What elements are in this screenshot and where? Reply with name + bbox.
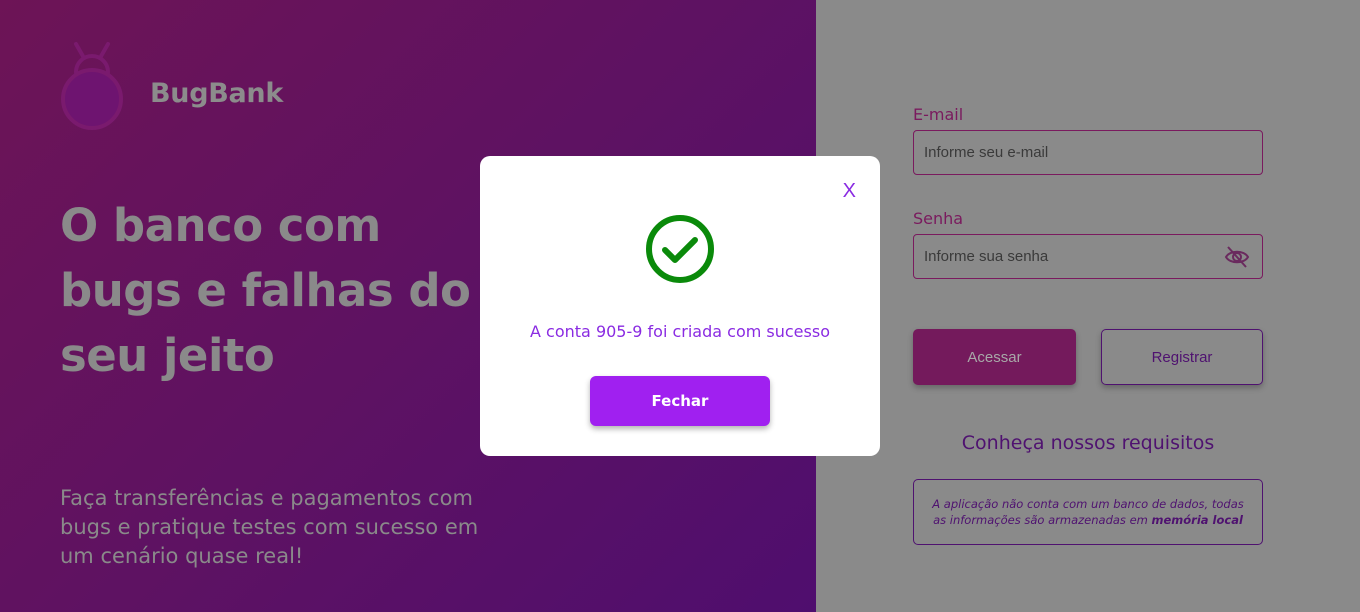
close-modal-button[interactable]: Fechar — [590, 376, 770, 426]
check-circle-icon — [646, 215, 714, 283]
password-placeholder: Informe sua senha — [924, 248, 1049, 265]
register-button[interactable]: Registrar — [1101, 329, 1263, 385]
modal-message: A conta 905-9 foi criada com sucesso — [530, 322, 830, 341]
access-button[interactable]: Acessar — [913, 329, 1076, 385]
bug-logo-icon — [61, 42, 123, 130]
email-label: E-mail — [913, 105, 964, 124]
close-icon[interactable]: X — [843, 180, 856, 203]
hero-headline: O banco com bugs e falhas do seu jeito — [60, 199, 471, 382]
eye-off-icon[interactable] — [1224, 245, 1250, 269]
login-panel: E-mail Informe seu e-mail Senha Informe … — [816, 0, 1360, 612]
success-modal: X A conta 905-9 foi criada com sucesso F… — [480, 156, 880, 456]
requirements-link[interactable]: Conheça nossos requisitos — [913, 432, 1263, 454]
requirements-box: A aplicação não conta com um banco de da… — [913, 479, 1263, 545]
brand-name: BugBank — [150, 78, 284, 109]
requirements-bold: memória local — [1151, 513, 1243, 527]
password-label: Senha — [913, 209, 964, 228]
email-field[interactable]: Informe seu e-mail — [913, 130, 1263, 175]
hero-subtext: Faça transferências e pagamentos com bug… — [60, 486, 479, 568]
password-field[interactable]: Informe sua senha — [913, 234, 1263, 279]
